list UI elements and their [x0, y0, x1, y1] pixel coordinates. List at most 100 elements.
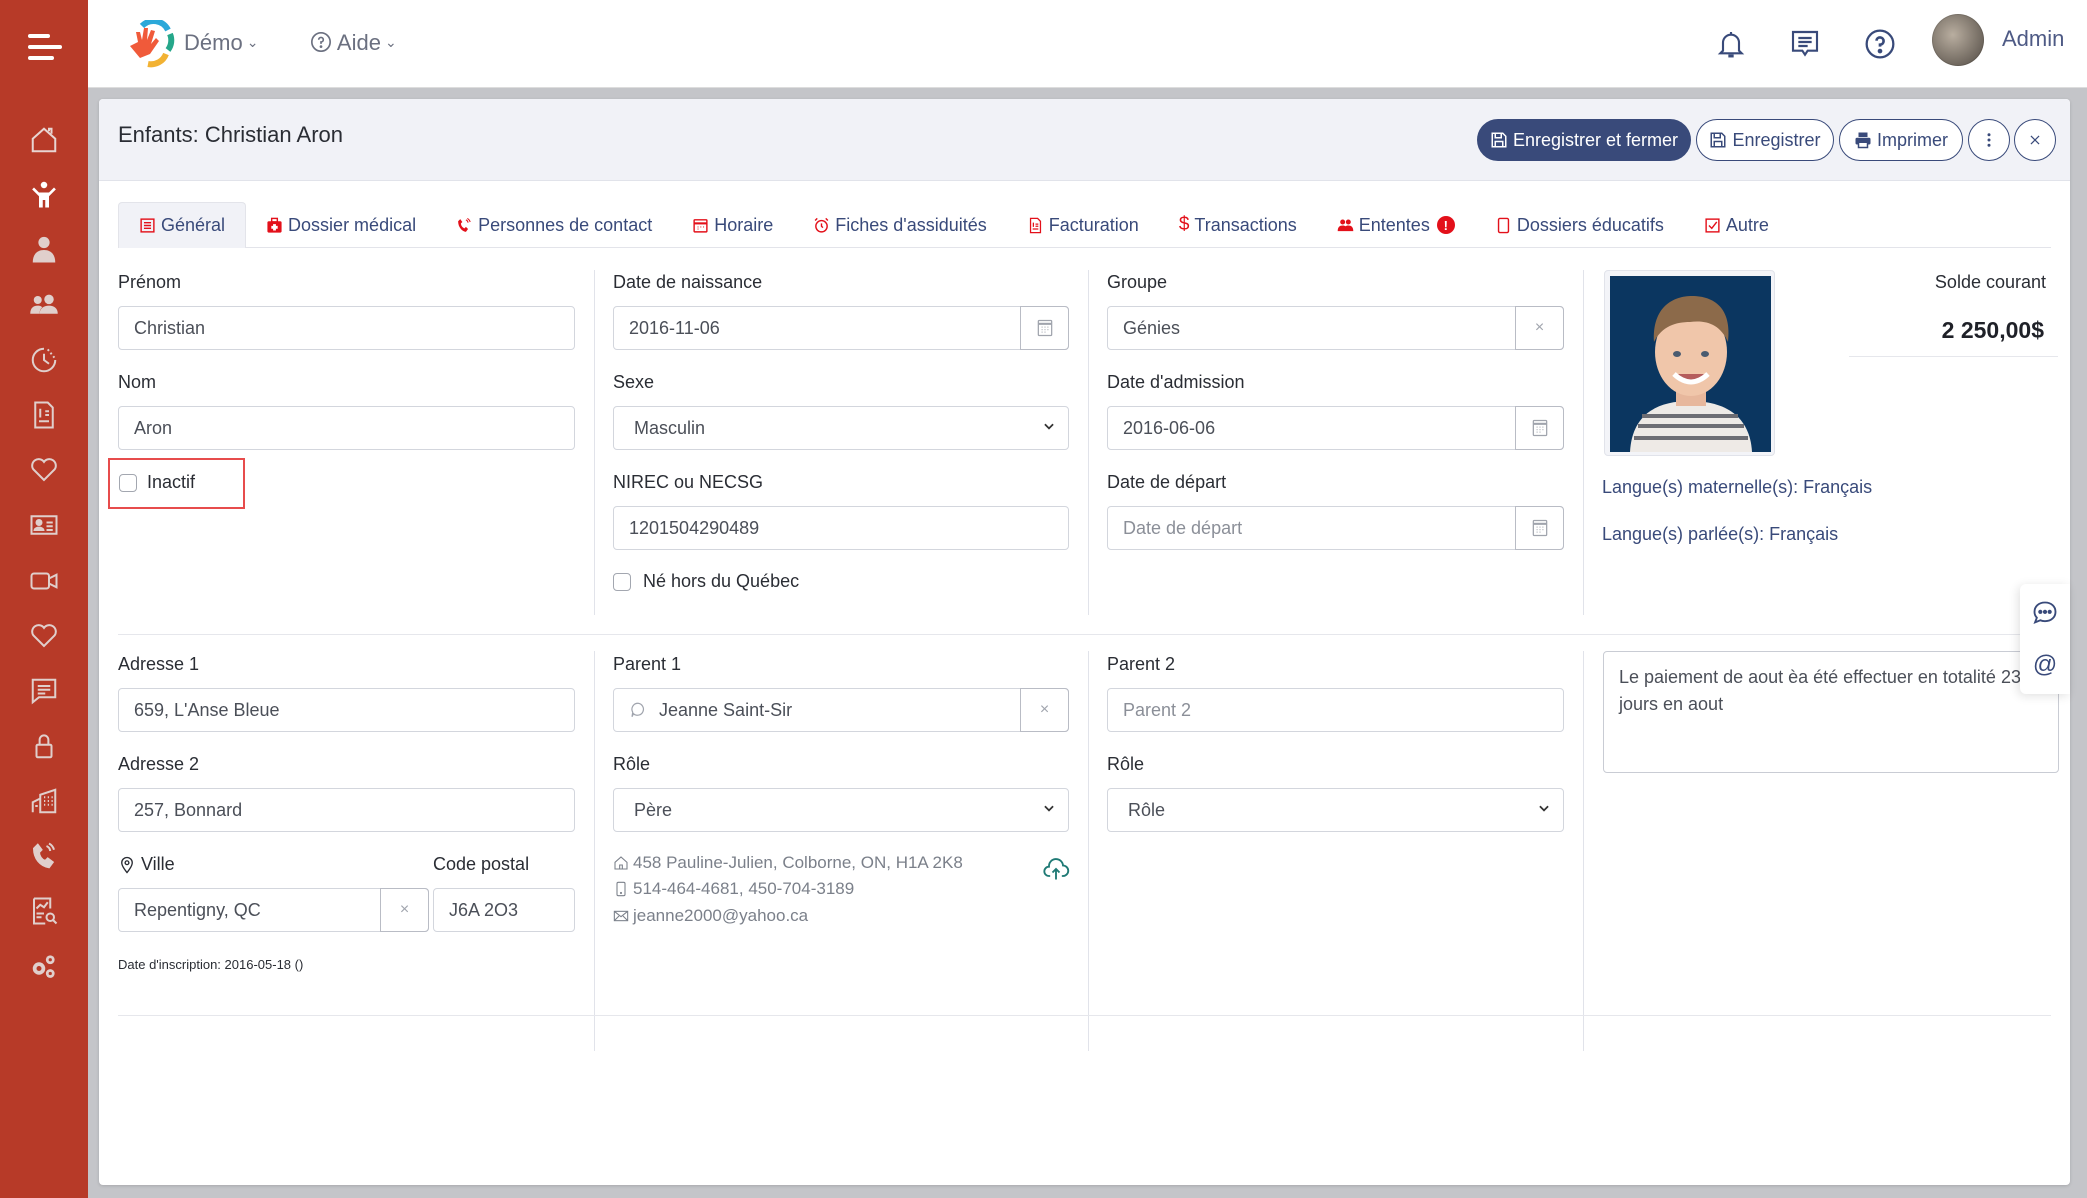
postal-code-input[interactable]: J6A 2O3	[433, 888, 575, 932]
tab-label: Transactions	[1194, 214, 1297, 235]
first-name-input[interactable]: Christian	[118, 306, 575, 350]
notes-textarea[interactable]: Le paiement de aout èa été effectuer en …	[1603, 651, 2059, 773]
parent1-label: Parent 1	[613, 654, 682, 674]
born-outside-checkbox[interactable]	[613, 573, 631, 591]
report-icon[interactable]	[24, 891, 64, 931]
birth-date-input[interactable]: 2016-11-06	[613, 306, 1069, 350]
city-input[interactable]: Repentigny, QC ×	[118, 888, 429, 932]
sex-select[interactable]: Masculin	[613, 406, 1069, 450]
departure-date-input[interactable]: Date de départ	[1107, 506, 1564, 550]
tab-label: Fiches d'assiduités	[835, 214, 987, 235]
column-divider	[1088, 270, 1089, 615]
home-icon[interactable]	[24, 120, 64, 160]
clear-group-button[interactable]: ×	[1515, 306, 1564, 350]
spoken-language: Langue(s) parlée(s): Français	[1602, 524, 1839, 544]
page-title: Enfants: Christian Aron	[118, 122, 344, 147]
calendar-button[interactable]	[1515, 506, 1564, 550]
nirec-value: 1201504290489	[629, 517, 760, 538]
user-name[interactable]: Admin	[2002, 26, 2064, 52]
org-menu[interactable]: Démo ⌄	[184, 30, 258, 56]
nirec-label: NIREC ou NECSG	[613, 472, 764, 492]
gears-icon[interactable]	[24, 946, 64, 986]
person-icon[interactable]	[24, 230, 64, 270]
tab-schedule[interactable]: Horaire	[672, 202, 793, 248]
parent1-input[interactable]: Jeanne Saint-Sir ×	[613, 688, 1069, 732]
tab-agreements[interactable]: Ententes !	[1317, 202, 1475, 248]
lock-icon[interactable]	[24, 726, 64, 766]
tab-label: Autre	[1725, 214, 1769, 235]
org-menu-label: Démo	[184, 30, 243, 55]
upload-button[interactable]	[1042, 855, 1070, 883]
chat-icon[interactable]	[24, 671, 64, 711]
map-pin-icon	[121, 856, 133, 874]
heart-icon[interactable]	[24, 616, 64, 656]
chat-bubble-icon[interactable]	[2030, 598, 2060, 628]
parent1-role-select[interactable]: Père	[613, 788, 1069, 832]
clear-city-button[interactable]: ×	[380, 888, 429, 932]
phone-icon[interactable]	[24, 836, 64, 876]
floating-actions-panel: @	[2020, 584, 2070, 694]
tab-general[interactable]: Général	[118, 202, 247, 248]
departure-date-label: Date de départ	[1107, 472, 1227, 492]
tab-label: Dossiers éducatifs	[1516, 214, 1664, 235]
home-icon	[614, 856, 628, 870]
building-icon[interactable]	[24, 781, 64, 821]
tab-billing[interactable]: Facturation	[1007, 202, 1159, 248]
print-button[interactable]: Imprimer	[1839, 119, 1963, 161]
parent2-role-select[interactable]: Rôle	[1107, 788, 1564, 832]
child-icon[interactable]	[24, 175, 64, 215]
address1-input[interactable]: 659, L'Anse Bleue	[118, 688, 575, 732]
help-menu[interactable]: Aide ⌄	[310, 30, 397, 56]
group-value: Génies	[1123, 317, 1181, 338]
tab-other[interactable]: Autre	[1684, 202, 1789, 248]
parent1-email[interactable]: jeanne2000@yahoo.ca	[613, 906, 808, 926]
tablet-icon	[1497, 217, 1509, 233]
document-icon	[140, 218, 155, 233]
close-button[interactable]	[2014, 119, 2056, 161]
more-options-button[interactable]	[1968, 119, 2010, 161]
app-logo[interactable]	[124, 18, 176, 68]
parent2-input[interactable]: Parent 2	[1107, 688, 1564, 732]
menu-toggle-icon[interactable]	[28, 34, 62, 60]
group-icon[interactable]	[24, 285, 64, 325]
clear-parent1-button[interactable]: ×	[1020, 688, 1069, 732]
bell-icon[interactable]	[1711, 24, 1751, 64]
nirec-input[interactable]: 1201504290489	[613, 506, 1069, 550]
tab-contacts[interactable]: Personnes de contact	[436, 202, 672, 248]
message-icon[interactable]	[1785, 24, 1825, 64]
child-photo[interactable]	[1604, 270, 1775, 456]
tab-medical[interactable]: Dossier médical	[246, 202, 436, 248]
parent2-placeholder: Parent 2	[1123, 699, 1192, 720]
help-icon[interactable]	[1860, 24, 1900, 64]
avatar[interactable]	[1932, 14, 1984, 66]
tab-label: Horaire	[714, 214, 774, 235]
heart-icon[interactable]	[24, 450, 64, 490]
calendar-icon	[1532, 419, 1547, 437]
admission-date-value: 2016-06-06	[1123, 417, 1216, 438]
group-input[interactable]: Génies ×	[1107, 306, 1564, 350]
mother-tongue: Langue(s) maternelle(s): Français	[1602, 477, 1873, 497]
tab-attendance[interactable]: Fiches d'assiduités	[793, 202, 1007, 248]
tab-label: Ententes	[1358, 214, 1430, 235]
clock-icon[interactable]	[24, 340, 64, 380]
tab-educational[interactable]: Dossiers éducatifs	[1475, 202, 1684, 248]
save-icon	[1710, 132, 1726, 148]
address2-value: 257, Bonnard	[134, 799, 243, 820]
admission-date-input[interactable]: 2016-06-06	[1107, 406, 1564, 450]
video-icon[interactable]	[24, 561, 64, 601]
birth-date-label: Date de naissance	[613, 272, 763, 292]
save-button[interactable]: Enregistrer	[1696, 119, 1834, 161]
invoice-icon[interactable]	[24, 395, 64, 435]
parent1-phones-text: 514-464-4681, 450-704-3189	[633, 879, 855, 898]
calendar-button[interactable]	[1515, 406, 1564, 450]
parent2-label: Parent 2	[1107, 654, 1176, 674]
kebab-icon	[1987, 133, 1991, 147]
last-name-input[interactable]: Aron	[118, 406, 575, 450]
id-card-icon[interactable]	[24, 505, 64, 545]
mention-icon[interactable]: @	[2030, 650, 2060, 680]
address1-label: Adresse 1	[118, 654, 200, 674]
tab-transactions[interactable]: $ Transactions	[1159, 202, 1317, 248]
calendar-button[interactable]	[1020, 306, 1069, 350]
save-and-close-button[interactable]: Enregistrer et fermer	[1477, 119, 1691, 161]
address2-input[interactable]: 257, Bonnard	[118, 788, 575, 832]
